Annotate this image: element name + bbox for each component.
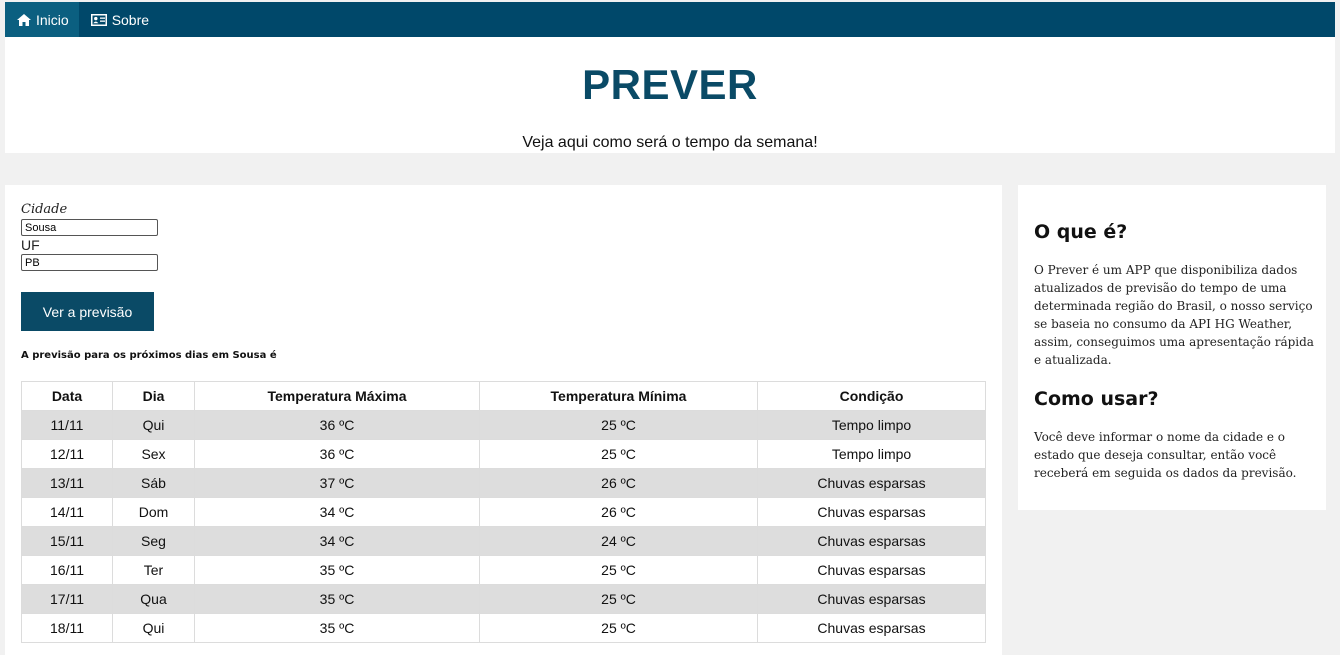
table-cell: 25 ºC: [479, 555, 758, 585]
table-row: 11/11 Qui 36 ºC 25 ºC Tempo limpo: [21, 410, 986, 440]
table-header-row: Data Dia Temperatura Máxima Temperatura …: [21, 381, 986, 411]
table-cell: 34 ºC: [194, 526, 480, 556]
table-cell: 35 ºC: [194, 584, 480, 614]
table-cell: Chuvas esparsas: [757, 584, 986, 614]
table-cell: 25 ºC: [479, 613, 758, 643]
city-label: Cidade: [21, 202, 68, 217]
table-cell: Sex: [112, 439, 195, 469]
table-cell: 14/11: [21, 497, 113, 527]
table-cell: Dom: [112, 497, 195, 527]
table-cell: 15/11: [21, 526, 113, 556]
submit-forecast-button[interactable]: Ver a previsão: [21, 292, 154, 331]
table-cell: Tempo limpo: [757, 410, 986, 440]
table-row: 14/11 Dom 34 ºC 26 ºC Chuvas esparsas: [21, 497, 986, 527]
table-cell: 18/11: [21, 613, 113, 643]
id-card-icon: [90, 13, 107, 26]
column-header: Temperatura Mínima: [479, 381, 758, 411]
uf-input[interactable]: [21, 254, 158, 271]
result-title: A previsão para os próximos dias em Sous…: [21, 350, 277, 361]
table-cell: 25 ºC: [479, 439, 758, 469]
table-cell: 24 ºC: [479, 526, 758, 556]
page-subtitle: Veja aqui como será o tempo da semana!: [522, 134, 818, 151]
table-row: 15/11 Seg 34 ºC 24 ºC Chuvas esparsas: [21, 526, 986, 556]
table-cell: 17/11: [21, 584, 113, 614]
column-header: Condição: [757, 381, 986, 411]
table-cell: Qua: [112, 584, 195, 614]
table-cell: 25 ºC: [479, 410, 758, 440]
table-cell: Qui: [112, 613, 195, 643]
column-header: Dia: [112, 381, 195, 411]
table-row: 12/11 Sex 36 ºC 25 ºC Tempo limpo: [21, 439, 986, 469]
table-cell: 11/11: [21, 410, 113, 440]
table-row: 17/11 Qua 35 ºC 25 ºC Chuvas esparsas: [21, 584, 986, 614]
nav-item-label: Sobre: [111, 11, 150, 28]
table-cell: Ter: [112, 555, 195, 585]
table-cell: Chuvas esparsas: [757, 468, 986, 498]
table-cell: 25 ºC: [479, 584, 758, 614]
table-cell: Chuvas esparsas: [757, 613, 986, 643]
city-input[interactable]: [21, 219, 158, 236]
table-cell: Chuvas esparsas: [757, 555, 986, 585]
what-is-heading: O que é?: [1034, 221, 1128, 243]
nav-item-inicio[interactable]: Inicio: [5, 2, 79, 37]
page-title: PREVER: [582, 61, 758, 108]
table-cell: 26 ºC: [479, 468, 758, 498]
table-cell: 37 ºC: [194, 468, 480, 498]
table-cell: 36 ºC: [194, 439, 480, 469]
table-cell: 26 ºC: [479, 497, 758, 527]
table-cell: Sáb: [112, 468, 195, 498]
table-cell: 16/11: [21, 555, 113, 585]
how-to-use-text: Você deve informar o nome da cidade e o …: [1034, 430, 1297, 480]
column-header: Temperatura Máxima: [194, 381, 480, 411]
table-cell: 35 ºC: [194, 555, 480, 585]
forecast-table: Data Dia Temperatura Máxima Temperatura …: [21, 381, 986, 643]
table-row: 16/11 Ter 35 ºC 25 ºC Chuvas esparsas: [21, 555, 986, 585]
page-header: PREVER Veja aqui como será o tempo da se…: [5, 37, 1335, 153]
table-cell: 12/11: [21, 439, 113, 469]
table-cell: 36 ºC: [194, 410, 480, 440]
table-row: 18/11 Qui 35 ºC 25 ºC Chuvas esparsas: [21, 613, 986, 643]
how-to-use-heading: Como usar?: [1034, 388, 1159, 410]
nav-item-label: Inicio: [36, 11, 69, 28]
what-is-text: O Prever é um APP que disponibiliza dado…: [1034, 263, 1314, 367]
table-cell: Chuvas esparsas: [757, 526, 986, 556]
table-row: 13/11 Sáb 37 ºC 26 ºC Chuvas esparsas: [21, 468, 986, 498]
search-form: Cidade UF: [21, 201, 158, 271]
uf-label: UF: [21, 237, 40, 253]
nav-item-sobre[interactable]: Sobre: [79, 2, 159, 37]
table-cell: 13/11: [21, 468, 113, 498]
table-cell: Tempo limpo: [757, 439, 986, 469]
table-cell: Seg: [112, 526, 195, 556]
table-cell: Chuvas esparsas: [757, 497, 986, 527]
table-cell: Qui: [112, 410, 195, 440]
top-navbar: Inicio Sobre: [5, 2, 1335, 37]
home-icon: [17, 13, 31, 26]
about-sidebar: O que é? O Prever é um APP que disponibi…: [1018, 185, 1326, 510]
table-cell: 35 ºC: [194, 613, 480, 643]
column-header: Data: [21, 381, 113, 411]
forecast-panel: Cidade UF Ver a previsão A previsão para…: [5, 185, 1002, 655]
table-cell: 34 ºC: [194, 497, 480, 527]
